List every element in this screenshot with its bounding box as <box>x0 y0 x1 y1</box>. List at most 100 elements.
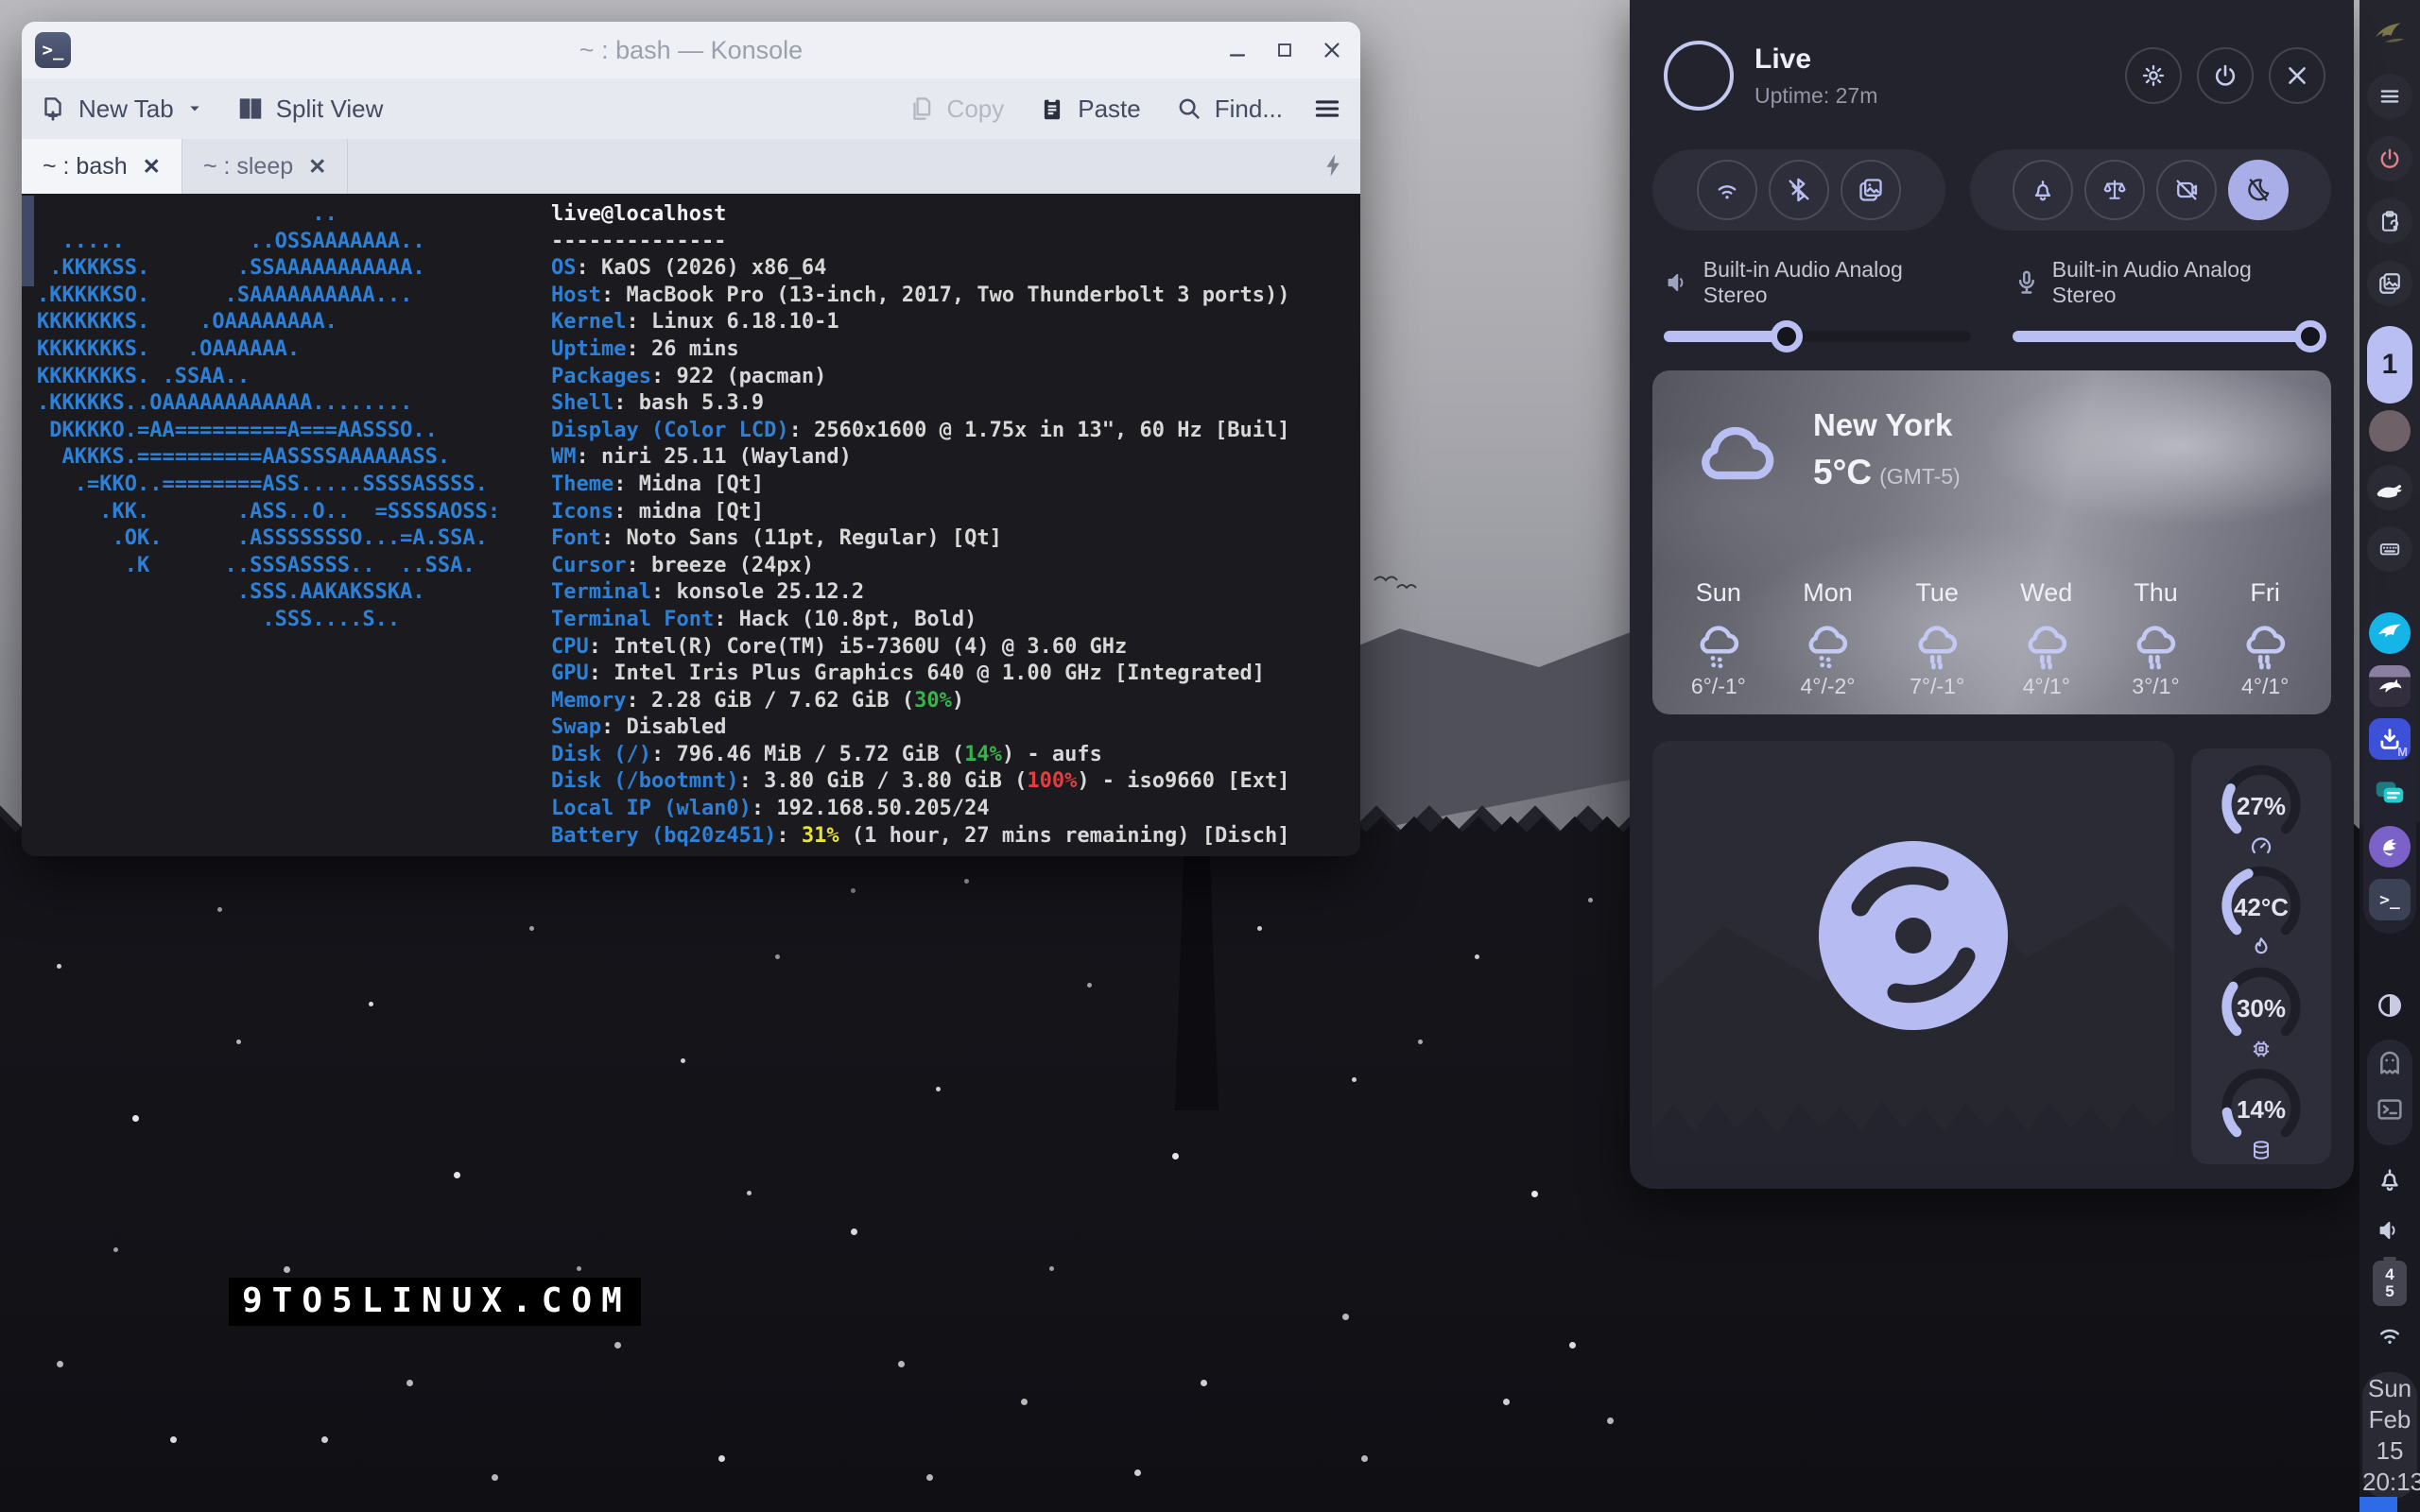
tray-ghost-button[interactable] <box>2375 1047 2405 1077</box>
weather-widget[interactable]: New York 5°C(GMT-5) Sun 6°/-1° Mon 4°/-2… <box>1652 370 2331 714</box>
volume-tray-button[interactable] <box>2367 1208 2412 1253</box>
weather-condition-icon <box>2238 617 2292 672</box>
system-gauge: 27% <box>2191 760 2331 859</box>
terminal-scrollbar[interactable] <box>22 196 34 286</box>
app-thunderbird[interactable] <box>2369 826 2411 868</box>
fetch-lines: live@localhost--------------OS: KaOS (20… <box>551 201 1290 850</box>
virtual-keyboard-button[interactable] <box>2367 526 2412 572</box>
app-konsole[interactable]: >_ <box>2369 879 2411 920</box>
volume-slider[interactable] <box>1664 331 1971 342</box>
speaker-icon <box>2376 1216 2404 1245</box>
konsole-titlebar[interactable]: >_ ~ : bash — Konsole <box>22 22 1360 78</box>
gauges-card: 27% 42°C 30% 14% <box>2191 748 2331 1164</box>
forecast-hi-lo: 7°/-1° <box>1882 674 1992 699</box>
forecast-day-cell: Wed 4°/1° <box>1992 578 2101 699</box>
avatar[interactable] <box>1664 41 1734 111</box>
images-icon <box>2377 271 2402 296</box>
camera-toggle[interactable] <box>2156 160 2217 220</box>
birds-silhouette <box>1373 573 1422 593</box>
hamburger-menu-button[interactable] <box>1311 93 1343 125</box>
active-indicator <box>2360 1497 2397 1512</box>
app-software-center[interactable]: M <box>2369 718 2411 760</box>
ferret-mascot-button[interactable] <box>2367 465 2412 510</box>
bell-icon <box>2030 177 2056 203</box>
workspace-1-indicator[interactable]: 1 <box>2367 326 2412 404</box>
forecast-hi-lo: 4°/1° <box>2210 674 2320 699</box>
power-icon <box>2212 62 2238 89</box>
tab-bash[interactable]: ~ : bash ✕ <box>22 139 182 194</box>
bluetooth-toggle[interactable] <box>1769 160 1829 220</box>
forecast-hi-lo: 4°/1° <box>1992 674 2101 699</box>
settings-button[interactable] <box>2125 47 2182 104</box>
mode-toggle-group <box>1970 149 2331 231</box>
maximize-button[interactable] <box>1273 39 1296 61</box>
dock-menu-button[interactable] <box>2367 74 2412 119</box>
mic-slider[interactable] <box>2013 331 2320 342</box>
session-uptime: Uptime: 27m <box>1754 83 1877 109</box>
activity-bolt-icon[interactable] <box>1321 152 1347 179</box>
new-tab-button[interactable]: New Tab <box>39 94 204 124</box>
weather-condition-icon <box>1910 617 1964 672</box>
minimize-button[interactable] <box>1226 39 1249 61</box>
kaos-ascii-logo: .. ..... ..OSSAAAAAAA.. .KKKKSS. .SSAAAA… <box>37 201 500 634</box>
notifications-tray-button[interactable] <box>2367 1157 2412 1202</box>
ghost-icon <box>2375 1047 2405 1077</box>
mic-slider-knob[interactable] <box>2294 320 2326 352</box>
gauge-value: 14% <box>2191 1095 2331 1125</box>
network-tray-button[interactable] <box>2367 1312 2412 1357</box>
tab-sleep[interactable]: ~ : sleep ✕ <box>182 139 348 194</box>
workspace-2-indicator[interactable] <box>2369 410 2411 452</box>
paste-button[interactable]: Paste <box>1038 94 1141 124</box>
clipboard-icon <box>2377 209 2402 233</box>
system-gauge: 30% <box>2191 962 2331 1061</box>
wifi-toggle[interactable] <box>1697 160 1757 220</box>
forecast-day-label: Thu <box>2101 578 2211 608</box>
kaos-logo[interactable] <box>2367 11 2412 57</box>
balance-toggle[interactable] <box>2084 160 2145 220</box>
close-panel-button[interactable] <box>2269 47 2325 104</box>
hamburger-icon <box>1311 93 1343 125</box>
clock-widget[interactable]: Sun Feb 15 20:13 <box>2362 1372 2417 1499</box>
tab-close-icon[interactable]: ✕ <box>143 154 161 180</box>
forecast-day-cell: Sun 6°/-1° <box>1664 578 1773 699</box>
close-button[interactable] <box>1321 39 1343 61</box>
vinyl-disc-icon <box>1813 835 2014 1036</box>
terminal-viewport[interactable]: .. ..... ..OSSAAAAAAA.. .KKKKSS. .SSAAAA… <box>22 194 1360 856</box>
ferret-icon <box>2374 472 2406 504</box>
volume-slider-knob[interactable] <box>1771 320 1803 352</box>
battery-indicator[interactable]: 4 5 <box>2373 1261 2407 1306</box>
tray-terminal-button[interactable] <box>2375 1094 2405 1125</box>
paste-icon <box>1038 94 1066 123</box>
chevron-down-icon[interactable] <box>185 99 204 118</box>
screenshots-button[interactable] <box>2367 261 2412 306</box>
dolphin-icon <box>2376 672 2404 700</box>
app-dolphin[interactable] <box>2369 665 2411 707</box>
audio-output-control: Built-in Audio Analog Stereo <box>1664 257 1971 342</box>
watermark: 9TO5LINUX.COM <box>229 1278 641 1326</box>
weather-condition-icon <box>1691 617 1746 672</box>
app-falkon[interactable] <box>2369 612 2411 654</box>
screenshot-button[interactable] <box>1841 160 1901 220</box>
close-icon <box>2284 62 2310 89</box>
moon-off-icon <box>2245 177 2272 203</box>
session-name: Live <box>1754 43 1877 76</box>
forecast-hi-lo: 6°/-1° <box>1664 674 1773 699</box>
find-button[interactable]: Find... <box>1175 94 1283 124</box>
hamburger-icon <box>2377 84 2402 109</box>
power-button[interactable] <box>2197 47 2254 104</box>
contrast-icon <box>2375 990 2405 1021</box>
media-widget[interactable] <box>1652 741 2174 1164</box>
clipboard-button[interactable] <box>2367 198 2412 244</box>
split-view-button[interactable]: Split View <box>236 94 384 124</box>
tab-close-icon[interactable]: ✕ <box>308 154 326 180</box>
app-messenger[interactable] <box>2369 773 2411 815</box>
copy-button[interactable]: Copy <box>908 94 1005 124</box>
gear-icon <box>2140 62 2167 89</box>
night-color-toggle[interactable] <box>2367 983 2412 1028</box>
notifications-toggle[interactable] <box>2013 160 2073 220</box>
dock-power-button[interactable] <box>2367 136 2412 181</box>
chat-bubbles-icon <box>2372 776 2408 812</box>
bluetooth-off-icon <box>1786 177 1812 203</box>
night-light-toggle[interactable] <box>2228 160 2289 220</box>
weather-timezone: (GMT-5) <box>1879 464 1961 489</box>
